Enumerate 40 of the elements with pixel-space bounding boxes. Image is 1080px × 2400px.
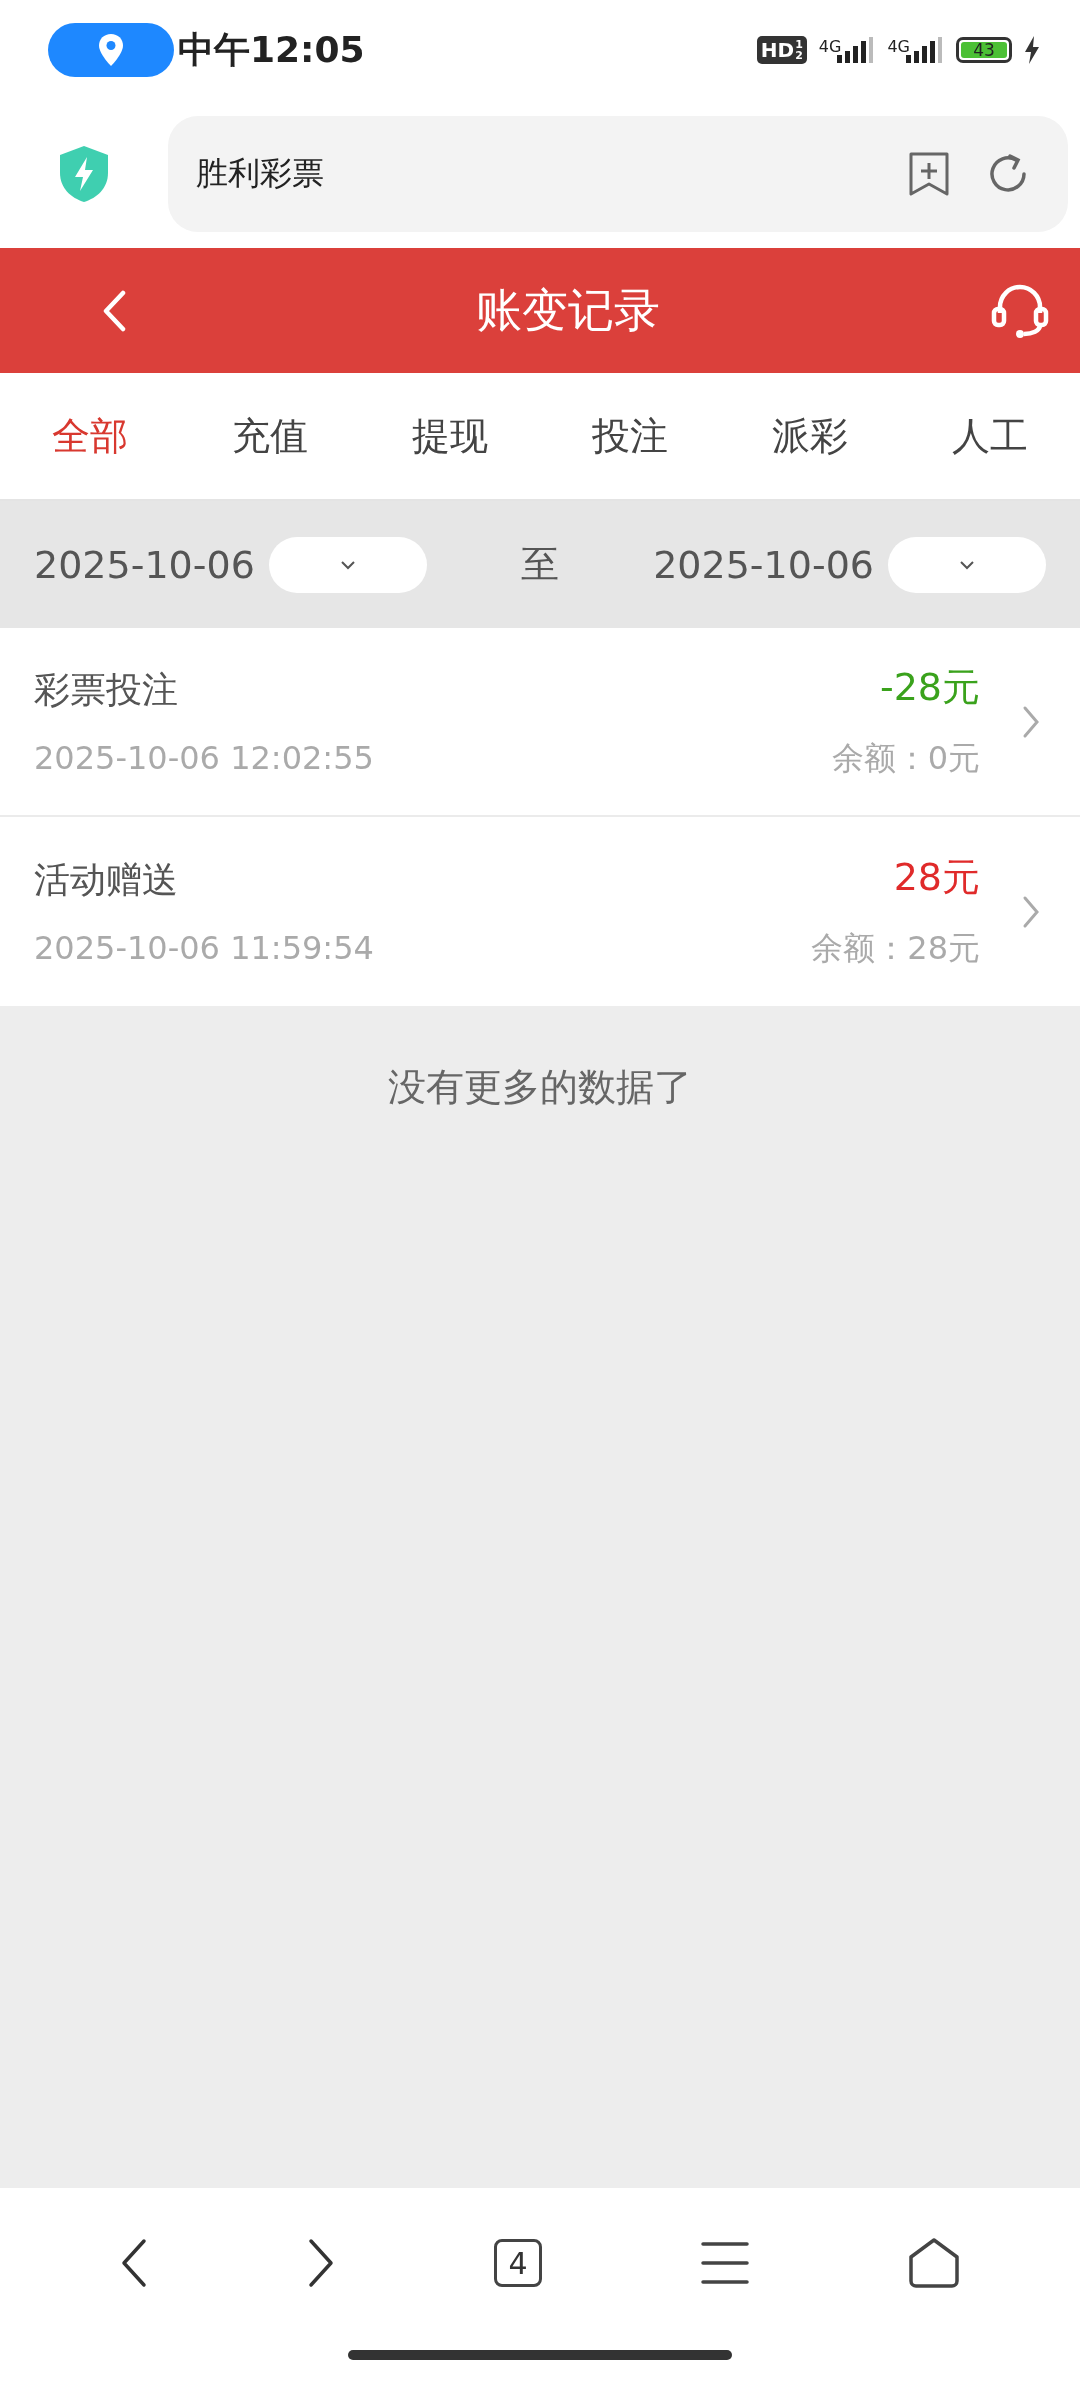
record-row[interactable]: 彩票投注 2025-10-06 12:02:55 -28元 余额：0元 — [0, 628, 1080, 817]
end-date: 2025-10-06 — [653, 542, 874, 587]
page-title: 胜利彩票 — [196, 153, 325, 194]
menu-icon[interactable] — [701, 2241, 750, 2285]
filter-tab[interactable]: 投注 — [540, 373, 720, 499]
record-title: 活动赠送 — [34, 858, 179, 902]
header-title: 账变记录 — [475, 281, 661, 339]
filter-tab[interactable]: 派彩 — [720, 373, 900, 499]
record-time: 2025-10-06 11:59:54 — [34, 929, 375, 967]
chevron-down-icon — [339, 559, 356, 570]
home-icon[interactable] — [908, 2237, 961, 2289]
battery-icon: 43 — [956, 37, 1012, 63]
back-icon[interactable] — [119, 2238, 148, 2288]
record-amount: 28元 — [893, 854, 980, 901]
start-date: 2025-10-06 — [34, 542, 255, 587]
bookmark-add-icon[interactable] — [908, 151, 950, 197]
filter-tab[interactable]: 全部 — [0, 373, 180, 499]
filter-tab[interactable]: 提现 — [360, 373, 540, 499]
filter-tab[interactable]: 人工 — [900, 373, 1080, 499]
status-time: 中午12:05 — [178, 27, 365, 72]
forward-icon[interactable] — [306, 2238, 335, 2288]
filter-tab[interactable]: 充值 — [180, 373, 360, 499]
chevron-down-icon — [959, 559, 975, 570]
network-type: 4G — [887, 37, 910, 56]
record-time: 2025-10-06 12:02:55 — [34, 739, 375, 777]
end-message: 没有更多的数据了 — [388, 1064, 692, 1111]
location-pin-icon — [97, 33, 125, 67]
record-title: 彩票投注 — [34, 668, 179, 712]
network-type: 4G — [818, 37, 842, 56]
headset-icon[interactable] — [990, 282, 1050, 339]
chevron-right-icon — [1022, 894, 1040, 929]
date-separator: 至 — [520, 541, 560, 588]
address-bar[interactable]: 胜利彩票 — [168, 116, 1068, 232]
record-balance: 余额：28元 — [811, 928, 980, 969]
charging-icon — [1024, 36, 1040, 64]
chevron-right-icon — [1022, 704, 1040, 739]
tabs-button[interactable]: 4 — [493, 2239, 542, 2287]
record-amount: -28元 — [879, 664, 980, 711]
record-balance: 余额：0元 — [831, 738, 980, 779]
record-row[interactable]: 活动赠送 2025-10-06 11:59:54 28元 余额：28元 — [0, 817, 1080, 1006]
